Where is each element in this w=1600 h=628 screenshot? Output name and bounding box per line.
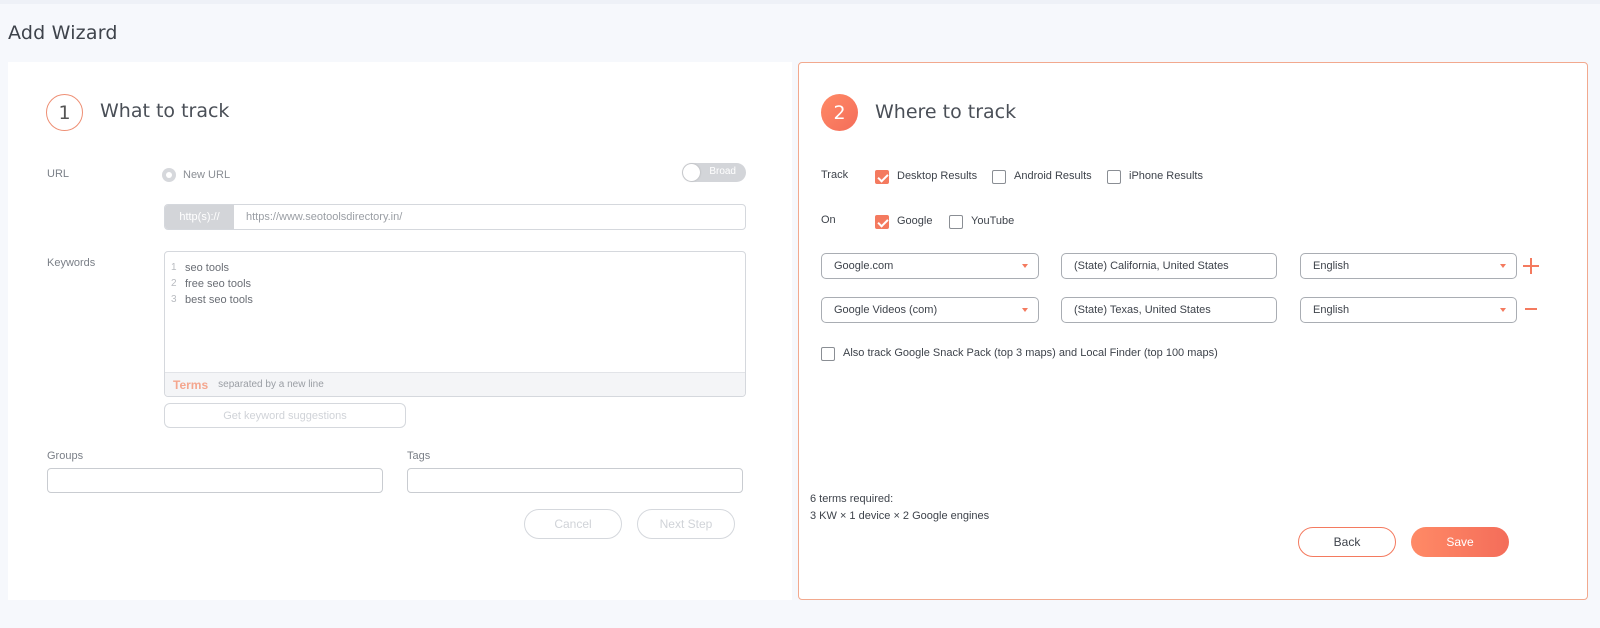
step1-panel: 1 What to track URL New URL Broad http(s…: [8, 62, 792, 600]
chevron-down-icon: [1022, 308, 1028, 312]
minus-icon[interactable]: [1525, 308, 1537, 310]
new-url-label: New URL: [183, 169, 231, 181]
track-label: Track: [821, 169, 849, 181]
step2-number: 2: [821, 94, 858, 131]
terms-label: Terms: [173, 377, 209, 392]
on-label: On: [821, 214, 836, 226]
snack-pack-label: Also track Google Snack Pack (top 3 maps…: [843, 347, 1218, 359]
terms-hint: separated by a new line: [218, 379, 324, 390]
page-title: Add Wizard: [8, 22, 118, 44]
step2-title: Where to track: [875, 101, 1017, 123]
snack-pack-checkbox[interactable]: [821, 347, 835, 361]
step1-title: What to track: [100, 100, 230, 122]
iphone-results-label: iPhone Results: [1129, 170, 1203, 182]
engine-value: Google Videos (com): [834, 304, 938, 316]
language-select[interactable]: English: [1300, 253, 1517, 279]
cancel-button[interactable]: Cancel: [524, 509, 622, 539]
keywords-footer: Terms separated by a new line: [165, 372, 745, 396]
desktop-results-label: Desktop Results: [897, 170, 978, 182]
desktop-results-checkbox[interactable]: [875, 170, 889, 184]
location-input[interactable]: (State) Texas, United States: [1061, 297, 1277, 323]
keyword-text: free seo tools: [185, 278, 252, 290]
keywords-list: 1 seo tools 2 free seo tools 3 best seo tools: [171, 260, 253, 308]
keyword-text: seo tools: [185, 262, 230, 274]
android-results-checkbox[interactable]: [992, 170, 1006, 184]
chevron-down-icon: [1500, 264, 1506, 268]
summary-line2: 3 KW × 1 device × 2 Google engines: [810, 510, 990, 522]
new-url-radio[interactable]: [162, 168, 176, 182]
summary-line1: 6 terms required:: [810, 493, 894, 505]
url-prefix: http(s)://: [165, 205, 234, 229]
step2-panel: 2 Where to track Track Desktop Results A…: [798, 62, 1588, 600]
language-select[interactable]: English: [1300, 297, 1517, 323]
top-bar: [0, 0, 1600, 4]
toggle-knob: [683, 164, 700, 181]
url-field[interactable]: http(s):// https://www.seotoolsdirectory…: [164, 204, 746, 230]
line-number: 3: [171, 294, 177, 305]
get-keyword-suggestions-button[interactable]: Get keyword suggestions: [164, 403, 406, 428]
broad-toggle[interactable]: Broad: [682, 163, 746, 182]
keywords-label: Keywords: [47, 257, 96, 269]
engine-select[interactable]: Google.com: [821, 253, 1039, 279]
android-results-label: Android Results: [1014, 170, 1092, 182]
save-button[interactable]: Save: [1411, 527, 1509, 557]
engine-select[interactable]: Google Videos (com): [821, 297, 1039, 323]
keyword-line: 1 seo tools: [171, 260, 253, 276]
groups-label: Groups: [47, 450, 84, 462]
chevron-down-icon: [1500, 308, 1506, 312]
toggle-label: Broad: [709, 166, 736, 177]
keywords-editor[interactable]: 1 seo tools 2 free seo tools 3 best seo tools…: [164, 251, 746, 397]
language-value: English: [1313, 304, 1350, 316]
youtube-label: YouTube: [971, 215, 1015, 227]
next-step-button[interactable]: Next Step: [637, 509, 735, 539]
url-label: URL: [47, 168, 70, 180]
google-checkbox[interactable]: [875, 215, 889, 229]
chevron-down-icon: [1022, 264, 1028, 268]
plus-icon[interactable]: [1523, 258, 1539, 274]
line-number: 1: [171, 262, 177, 273]
youtube-checkbox[interactable]: [949, 215, 963, 229]
language-value: English: [1313, 260, 1350, 272]
engine-value: Google.com: [834, 260, 894, 272]
tags-label: Tags: [407, 450, 431, 462]
tags-input[interactable]: [407, 468, 743, 493]
back-button[interactable]: Back: [1298, 527, 1396, 557]
keyword-text: best seo tools: [185, 294, 253, 306]
location-input[interactable]: (State) California, United States: [1061, 253, 1277, 279]
google-label: Google: [897, 215, 933, 227]
keyword-line: 3 best seo tools: [171, 292, 253, 308]
url-input[interactable]: https://www.seotoolsdirectory.in/: [234, 205, 402, 229]
groups-input[interactable]: [47, 468, 383, 493]
terms-summary: 6 terms required: 3 KW × 1 device × 2 Go…: [810, 491, 989, 525]
keyword-line: 2 free seo tools: [171, 276, 253, 292]
line-number: 2: [171, 278, 177, 289]
step1-number: 1: [46, 94, 83, 131]
iphone-results-checkbox[interactable]: [1107, 170, 1121, 184]
